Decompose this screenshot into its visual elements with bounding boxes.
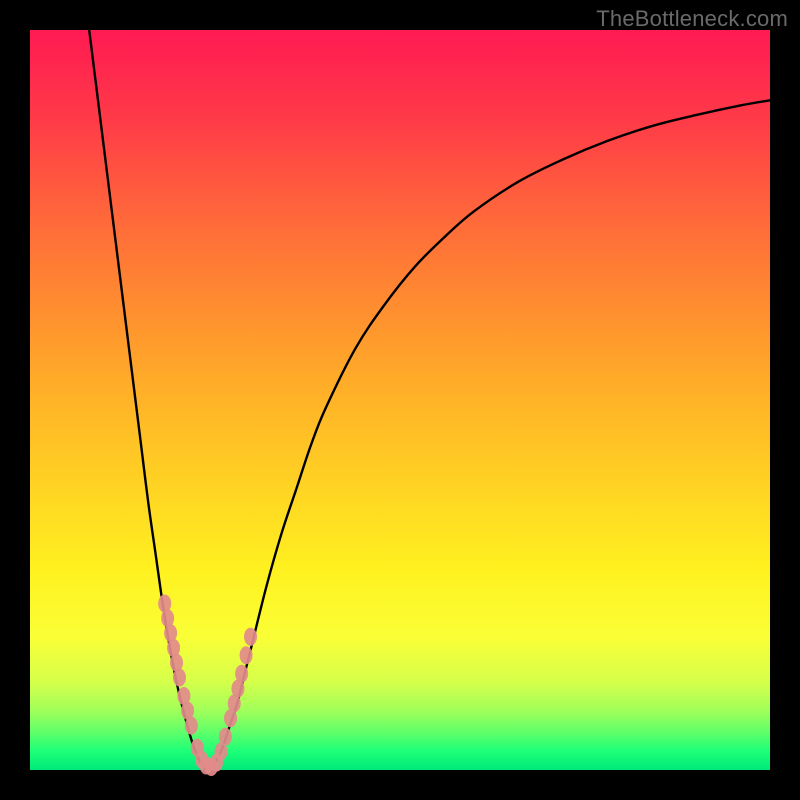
data-marker [244, 628, 257, 646]
data-marker [235, 665, 248, 683]
chart-frame: TheBottleneck.com [0, 0, 800, 800]
series-right-branch [215, 100, 770, 762]
data-marker [185, 717, 198, 735]
data-marker [173, 669, 186, 687]
chart-markers [158, 595, 257, 777]
data-marker [240, 646, 253, 664]
chart-curves [89, 30, 770, 770]
data-marker [219, 728, 232, 746]
watermark-text: TheBottleneck.com [596, 6, 788, 32]
series-left-branch [89, 30, 200, 763]
chart-svg [30, 30, 770, 770]
chart-plot-area [30, 30, 770, 770]
